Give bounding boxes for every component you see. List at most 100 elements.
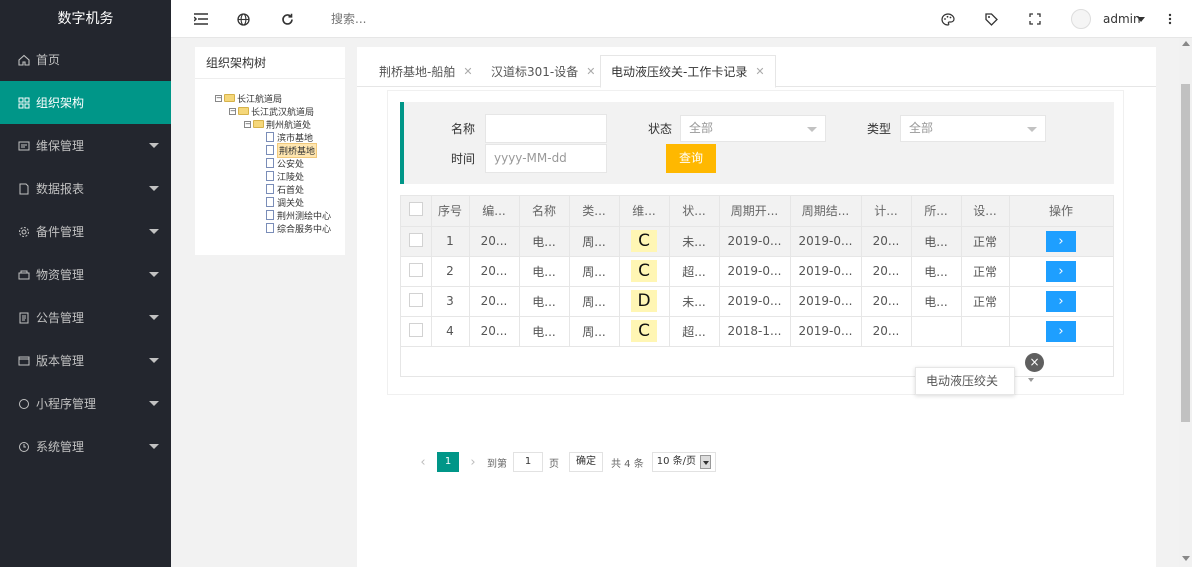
tree-node-label[interactable]: 综合服务中心 xyxy=(277,222,331,235)
org-structure-icon xyxy=(18,97,30,109)
sidebar-item-0[interactable]: 首页 xyxy=(0,38,171,81)
goto-confirm-button[interactable]: 确定 xyxy=(569,452,603,472)
search-input[interactable] xyxy=(331,10,531,28)
tree-node[interactable]: 荆桥基地 xyxy=(266,142,318,158)
table-row[interactable]: 3 20... 电... 周... D 未... 2019-0... 2019-0... 20.… xyxy=(401,286,1114,317)
tree-node[interactable]: 石首处 xyxy=(266,182,304,196)
sidebar-item-label: 备件管理 xyxy=(36,225,85,239)
tree-node[interactable]: − 长江武汉航道局 xyxy=(229,104,314,118)
collapse-toggle-icon[interactable]: − xyxy=(215,94,222,102)
sidebar-item-8[interactable]: 小程序管理 xyxy=(0,382,171,425)
row-checkbox[interactable] xyxy=(408,292,423,307)
close-icon[interactable]: ✕ xyxy=(586,65,595,78)
query-button[interactable]: 查询 xyxy=(666,144,716,173)
action-cell: › xyxy=(1009,226,1114,257)
sidebar-item-4[interactable]: 备件管理 xyxy=(0,210,171,253)
column-header[interactable]: 周期开... xyxy=(719,196,791,227)
tree-node-label[interactable]: 江陵处 xyxy=(277,170,304,183)
column-header[interactable]: 计... xyxy=(861,196,912,227)
column-header[interactable]: 编... xyxy=(469,196,520,227)
tree-node[interactable]: 荆州测绘中心 xyxy=(266,208,331,222)
close-icon[interactable]: ✕ xyxy=(755,65,764,78)
refresh-icon[interactable] xyxy=(279,11,295,27)
view-detail-button[interactable]: › xyxy=(1046,290,1076,312)
time-input[interactable]: yyyy-MM-dd xyxy=(485,144,607,173)
select-all-checkbox[interactable] xyxy=(408,202,423,217)
column-header[interactable]: 周期结... xyxy=(790,196,862,227)
column-header[interactable]: 类... xyxy=(569,196,620,227)
table-row[interactable]: 4 20... 电... 周... C 超... 2018-1... 2019-0... 20.… xyxy=(401,316,1114,347)
sidebar-item-2[interactable]: 维保管理 xyxy=(0,124,171,167)
close-icon[interactable]: × xyxy=(1025,353,1044,372)
tree-node[interactable]: 公安处 xyxy=(266,156,304,170)
tree-node-label[interactable]: 荆州测绘中心 xyxy=(277,209,331,222)
collapse-toggle-icon[interactable]: − xyxy=(229,107,236,115)
sidebar-item-9[interactable]: 系统管理 xyxy=(0,425,171,468)
tree-node[interactable]: 综合服务中心 xyxy=(266,221,331,235)
sidebar-item-5[interactable]: 物资管理 xyxy=(0,253,171,296)
fullscreen-icon[interactable] xyxy=(1027,11,1043,27)
theme-icon[interactable] xyxy=(940,11,956,27)
tree-node[interactable]: − 荆州航道处 xyxy=(244,117,311,131)
page-size-select[interactable]: 10 条/页 xyxy=(651,452,717,472)
sidebar-item-3[interactable]: 数据报表 xyxy=(0,167,171,210)
page-number-current[interactable]: 1 xyxy=(437,452,459,472)
tree-node-label[interactable]: 公安处 xyxy=(277,157,304,170)
tree-node-label[interactable]: 石首处 xyxy=(277,183,304,196)
column-header[interactable]: 所... xyxy=(911,196,962,227)
tag-icon[interactable] xyxy=(983,11,999,27)
scroll-up-icon[interactable] xyxy=(1182,41,1190,46)
chevron-down-icon xyxy=(1027,127,1037,132)
tab-1[interactable]: 汉道标301-设备 ✕ xyxy=(481,55,605,87)
tree-node[interactable]: 调关处 xyxy=(266,195,304,209)
user-name[interactable]: admin xyxy=(1103,12,1141,26)
name-input[interactable] xyxy=(485,114,607,143)
type-select[interactable]: 全部 xyxy=(900,115,1046,142)
column-header[interactable]: 设... xyxy=(961,196,1010,227)
globe-icon[interactable] xyxy=(235,11,251,27)
goto-page-input[interactable]: 1 xyxy=(513,452,543,472)
menu-toggle-icon[interactable] xyxy=(193,11,209,27)
row-checkbox[interactable] xyxy=(408,232,423,247)
column-header[interactable]: 名称 xyxy=(519,196,570,227)
table-cell: 20... xyxy=(861,256,912,287)
chevron-down-icon xyxy=(149,401,159,406)
table-cell: 2019-0... xyxy=(790,316,862,347)
prev-page-button[interactable]: ‹ xyxy=(413,455,433,470)
more-icon[interactable] xyxy=(1162,11,1178,27)
view-detail-button[interactable]: › xyxy=(1046,320,1076,342)
document-icon xyxy=(266,158,274,168)
column-header[interactable]: 维... xyxy=(619,196,670,227)
sidebar-item-7[interactable]: 版本管理 xyxy=(0,339,171,382)
collapse-toggle-icon[interactable]: − xyxy=(244,120,251,128)
tree-node-label[interactable]: 长江航道局 xyxy=(237,92,282,105)
scrollbar-thumb[interactable] xyxy=(1181,84,1190,422)
column-header[interactable]: 操作 xyxy=(1009,196,1114,227)
chevron-down-icon[interactable] xyxy=(1137,17,1145,22)
column-header[interactable]: 状... xyxy=(669,196,720,227)
sidebar-item-6[interactable]: 公告管理 xyxy=(0,296,171,339)
next-page-button[interactable]: › xyxy=(463,455,483,470)
column-header[interactable]: 序号 xyxy=(431,196,470,227)
tree-node-label[interactable]: 长江武汉航道局 xyxy=(251,105,314,118)
page-size-value: 10 条/页 xyxy=(656,456,697,467)
tree-node-label[interactable]: 调关处 xyxy=(277,196,304,209)
sidebar-item-1[interactable]: 组织架构 xyxy=(0,81,171,124)
status-select[interactable]: 全部 xyxy=(680,115,826,142)
view-detail-button[interactable]: › xyxy=(1046,260,1076,282)
close-icon[interactable]: ✕ xyxy=(463,65,472,78)
avatar[interactable] xyxy=(1071,9,1091,29)
view-detail-button[interactable]: › xyxy=(1046,230,1076,252)
tab-0[interactable]: 荆桥基地-船舶 ✕ xyxy=(369,55,483,87)
tree-node[interactable]: − 长江航道局 xyxy=(215,91,282,105)
scroll-down-icon[interactable] xyxy=(1182,556,1190,561)
table-row[interactable]: 2 20... 电... 周... C 超... 2019-0... 2019-0... 20.… xyxy=(401,256,1114,287)
type-select-value: 全部 xyxy=(909,121,934,135)
table-row[interactable]: 1 20... 电... 周... C 未... 2019-0... 2019-0... 20.… xyxy=(401,226,1114,257)
row-checkbox[interactable] xyxy=(408,322,423,337)
chevron-down-icon xyxy=(700,455,712,469)
tree-node-label[interactable]: 荆州航道处 xyxy=(266,118,311,131)
row-checkbox[interactable] xyxy=(408,262,423,277)
tree-node[interactable]: 江陵处 xyxy=(266,169,304,183)
tab-2[interactable]: 电动液压绞关-工作卡记录 ✕ xyxy=(600,55,776,88)
